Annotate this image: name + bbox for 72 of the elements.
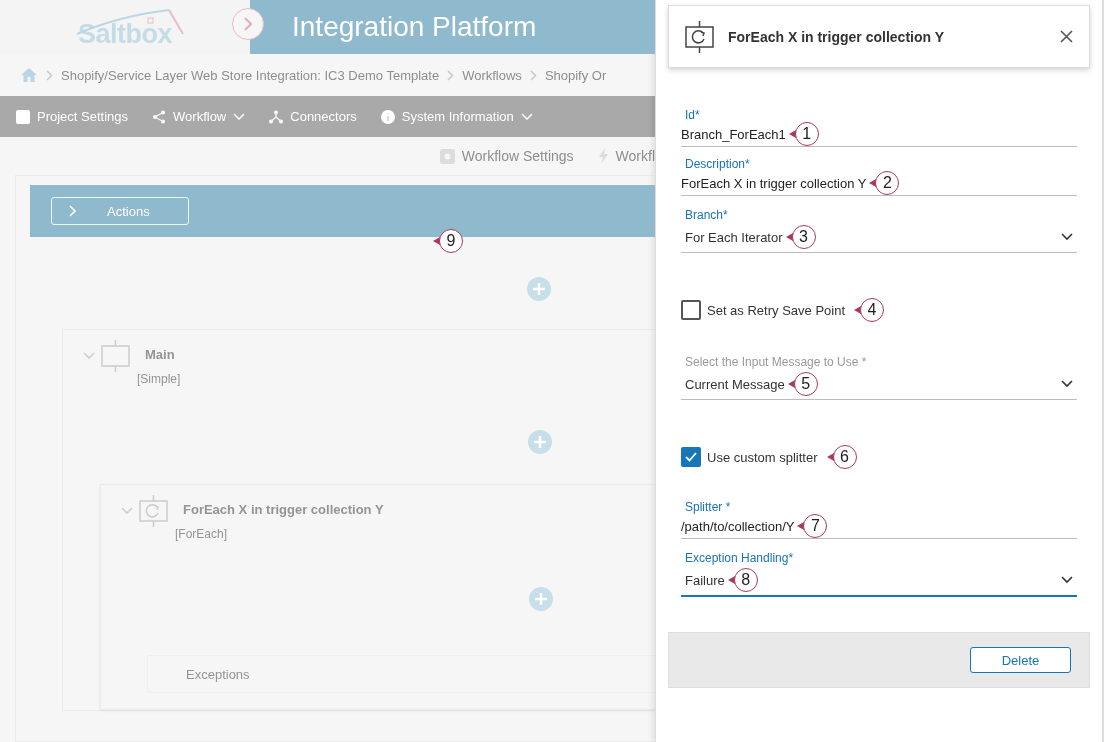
text-field[interactable]: Description* ForEach X in trigger collection Y 2 [681,155,1077,196]
loop-step-icon [685,20,715,53]
menu-item[interactable]: Connectors [269,109,357,124]
breadcrumb-link[interactable]: Workflows [462,67,522,83]
connector-icon [269,109,284,124]
loop-step-icon [139,495,169,527]
toolbar-button[interactable]: Workfl [597,148,655,164]
breadcrumb-link[interactable]: Shopify/Service Layer Web Store Integration: IC3 Demo Template [61,67,440,83]
field-value: For Each Iterator [685,229,783,245]
chevron-right-icon [69,205,77,217]
callout-bubble: 4 [853,297,884,323]
checkbox-label: Set as Retry Save Point [707,302,845,318]
add-step-icon[interactable] [527,277,551,301]
text-field[interactable]: Id* Branch_ForEach1 1 [681,106,1077,147]
breadcrumb-separator-icon [447,69,455,81]
dropdown-field[interactable]: Exception Handling* Failure 8 [681,549,1077,597]
chevron-down-icon [1061,380,1073,388]
field-label: Exception Handling* [684,551,795,565]
checkbox-label: Use custom splitter [707,449,818,465]
callout-bubble: 5 [786,371,818,397]
field-value: Failure [685,572,725,588]
panel-title: ForEach X in trigger collection Y [728,28,945,45]
close-icon[interactable] [1060,30,1073,43]
field-label: Branch* [684,208,729,222]
lightning-icon [597,148,609,164]
step-title: ForEach X in trigger collection Y [183,502,384,517]
breadcrumb-separator-icon [529,69,537,81]
checkmark-icon [685,452,697,462]
field-value: Current Message [685,376,785,392]
field-label: Select the Input Message to Use * [684,355,868,369]
chevron-down-icon [1061,233,1073,241]
add-step-icon[interactable] [528,430,552,454]
chevron-down-icon[interactable] [83,352,95,360]
menu-item[interactable]: Workflow [152,109,246,124]
add-step-icon[interactable] [529,587,553,611]
chevron-down-icon [1061,576,1073,584]
step-type: [Simple] [137,372,181,386]
field-value: Branch_ForEach1 [681,126,786,142]
callout-bubble: 6 [825,444,857,470]
chevron-down-icon[interactable] [121,507,133,515]
callout-bubble: 3 [784,224,816,250]
breadcrumb-separator-icon [46,69,53,81]
callout-bubble: 7 [796,513,828,539]
dropdown-field[interactable]: Branch* For Each Iterator 3 [681,206,1077,253]
field-label: Id* [684,108,701,122]
toolbar-button[interactable]: Workflow Settings [439,148,574,164]
step-title: Main [145,347,176,362]
step-icon [101,340,131,372]
chevron-right-icon [243,17,253,31]
actions-button[interactable]: Actions [51,197,189,225]
checkbox[interactable] [681,300,701,320]
delete-button[interactable]: Delete [970,647,1071,673]
field-value: ForEach X in trigger collection Y [681,175,867,191]
menu-item[interactable]: System Information [380,109,533,124]
callout-bubble: 2 [868,170,900,196]
home-icon[interactable] [20,67,38,83]
text-field[interactable]: Splitter * /path/to/collection/Y 7 [681,498,1077,539]
exceptions-section[interactable]: Exceptions [147,655,655,693]
callout-bubble: 9 [432,228,463,254]
app-title: Integration Platform [292,11,537,43]
field-label: Splitter * [684,500,732,514]
share-icon [152,109,167,124]
callout-bubble: 1 [787,121,819,147]
dropdown-field[interactable]: Select the Input Message to Use * Current Message 5 [681,353,1077,400]
breadcrumb-link[interactable]: Shopify Or [544,67,607,83]
menu-item[interactable]: Project Settings [16,109,129,124]
field-label: Description* [684,157,751,171]
info-icon [380,109,395,124]
field-value: /path/to/collection/Y [681,518,795,534]
checkbox[interactable] [681,447,701,467]
step-type: [ForEach] [175,527,229,541]
callout-bubble: 8 [726,567,758,593]
